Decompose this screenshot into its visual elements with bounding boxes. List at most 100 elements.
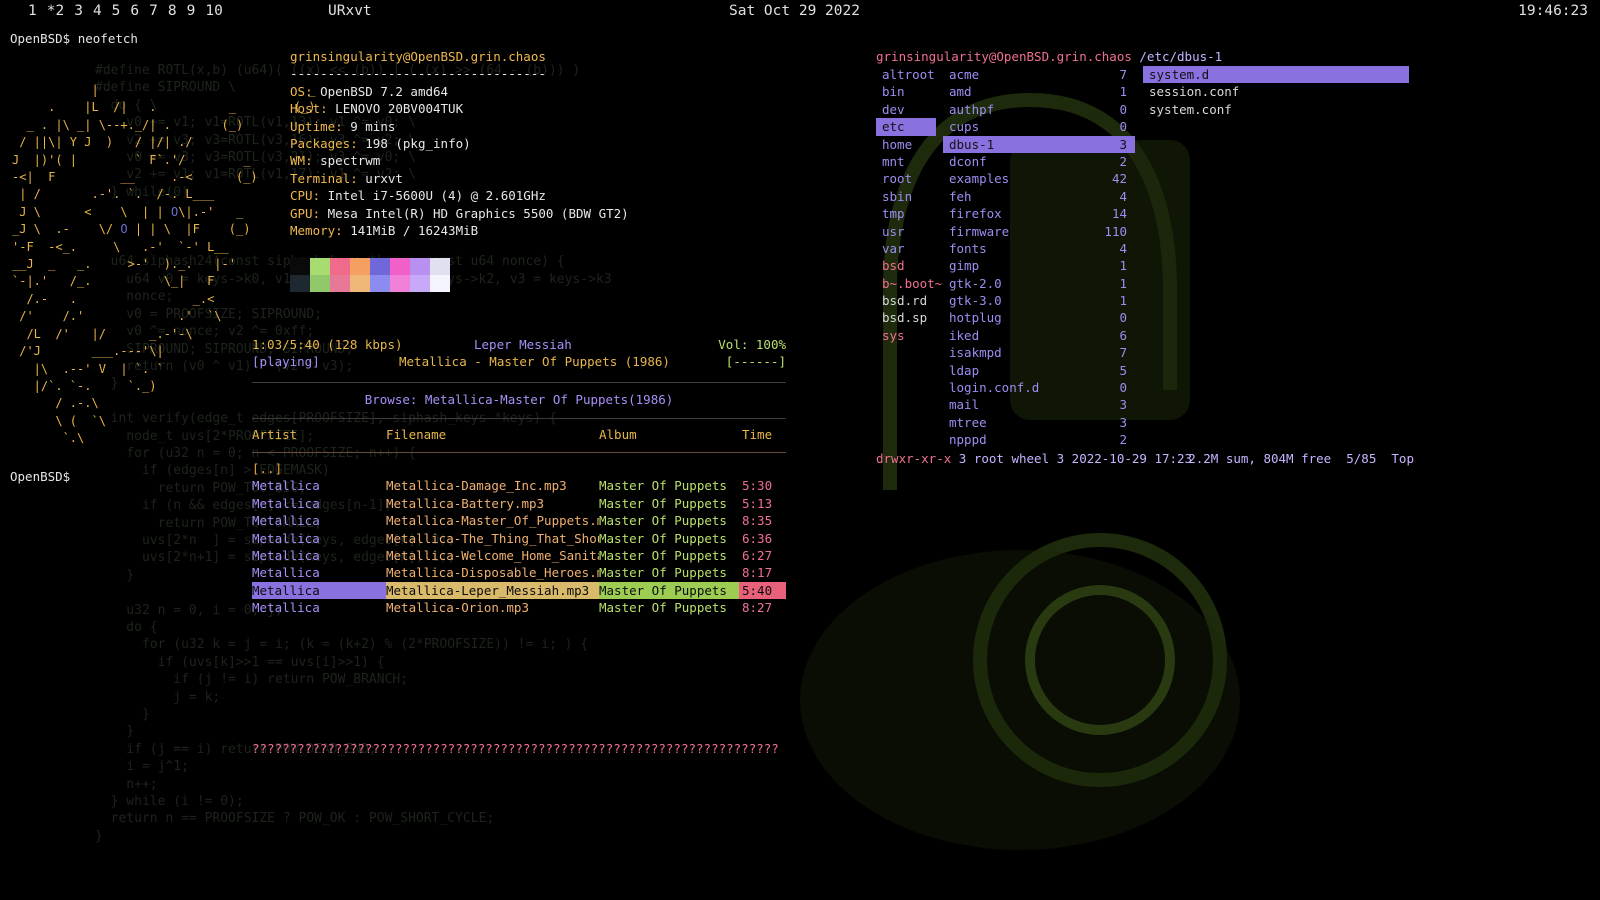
file-entry[interactable]: tmp [876,205,936,222]
workspace-10[interactable]: 10 [205,3,222,19]
workspace-9[interactable]: 9 [187,3,196,19]
track-row[interactable]: Metallica Metallica-Orion.mp3 Master Of Pu… [252,599,786,616]
file-entry[interactable]: system.d [1143,66,1409,84]
file-entry[interactable]: authpf 0 [943,101,1135,118]
status-bar: 1 *2 3 4 5 6 7 8 9 10 URxvt Sat Oct 29 2022 19:46… [0,0,1600,22]
track-row[interactable]: Metallica Metallica-Damage_Inc.mp3 Master … [252,477,786,494]
file-entry[interactable]: dconf 2 [943,153,1135,170]
palette-swatch [330,258,350,275]
track-artist: Metallica [252,513,320,529]
file-entry[interactable]: mnt [876,153,936,170]
palette-swatch [350,275,370,292]
parent-directory[interactable]: [..] [252,460,282,477]
file-entry[interactable]: bsd.sp [876,309,936,326]
neofetch-field: OS: OpenBSD 7.2 amd64 [290,83,449,99]
workspace-8[interactable]: 8 [168,3,177,19]
neofetch-field: CPU: Intel i7-5600U (4) @ 2.601GHz [290,188,546,204]
neofetch-divider: ---------------------------------- [290,66,546,82]
workspace-3[interactable]: 3 [74,3,83,19]
file-entry[interactable]: bsd [876,257,936,274]
file-entry[interactable]: root [876,170,936,187]
ranger-status-right: 2.2M sum, 804M free 5/85 Top [1188,451,1414,466]
neofetch-color-palette [290,258,450,292]
workspace-5[interactable]: 5 [112,3,121,19]
shell-prompt-neofetch: OpenBSD$ neofetch [10,31,138,46]
palette-swatch [290,258,310,275]
file-entry[interactable]: examples 42 [943,170,1135,187]
neofetch-field: GPU: Mesa Intel(R) HD Graphics 5500 (BDW… [290,205,629,221]
file-entry[interactable]: system.conf [1143,101,1409,118]
track-file: Metallica-Damage_Inc.mp3 [386,478,567,494]
file-entry[interactable]: cups 0 [943,118,1135,135]
command-line[interactable]: ????????????????????????????????????????… [252,740,786,757]
file-entry[interactable]: fonts 4 [943,240,1135,257]
file-entry[interactable]: b~.boot~ [876,275,942,292]
track-time: 6:27 [742,548,773,563]
workspace-1[interactable]: 1 [28,3,37,19]
file-entry[interactable]: bsd.rd [876,292,936,309]
file-entry[interactable]: etc [876,118,936,136]
track-row[interactable]: Metallica Metallica-Master_Of_Puppets.mp3… [252,512,786,529]
file-entry[interactable]: ldap 5 [943,362,1135,379]
track-time: 8:35 [742,513,773,529]
file-entry[interactable]: mail 3 [943,396,1135,413]
file-entry[interactable]: feh 4 [943,188,1135,205]
file-entry[interactable]: session.conf [1143,83,1409,100]
file-entry[interactable]: mtree 3 [943,414,1135,431]
file-entry[interactable]: firmware 110 [943,223,1135,240]
file-entry[interactable]: var [876,240,936,257]
ranger-preview-column: system.d session.conf system.conf [1143,66,1409,118]
neofetch-field: Packages: 198 (pkg_info) [290,136,471,151]
file-entry[interactable]: dbus-1 3 [943,135,1135,153]
track-time: 5:13 [742,495,773,511]
now-playing-album: Metallica - Master Of Puppets (1986) [399,354,670,370]
track-file: Metallica-Welcome_Home_Sanitari [386,548,599,563]
workspace-list[interactable]: 1 *2 3 4 5 6 7 8 9 10 [28,1,233,21]
track-file: Metallica-Disposable_Heroes.mp3 [386,565,599,581]
workspace-4[interactable]: 4 [93,3,102,19]
ranger-status-bar: drwxr-xr-x 3 root wheel 3 2022-10-29 17:… [876,451,1193,466]
palette-swatch [410,258,430,275]
workspace-2[interactable]: *2 [47,3,64,19]
file-entry[interactable]: altroot [876,66,936,83]
track-time: 6:36 [742,530,773,546]
track-row[interactable]: Metallica Metallica-Welcome_Home_Sanitari… [252,547,786,564]
track-album: Master Of Puppets [599,495,727,511]
file-entry[interactable]: isakmpd 7 [943,344,1135,361]
file-entry[interactable]: hotplug 0 [943,309,1135,326]
file-entry[interactable]: dev [876,101,936,118]
track-artist: Metallica [252,495,320,511]
file-entry[interactable]: usr [876,223,936,240]
track-row[interactable]: Metallica Metallica-Battery.mp3 Master Of … [252,495,786,512]
file-entry[interactable]: firefox 14 [943,205,1135,222]
track-row[interactable]: Metallica Metallica-Leper_Messiah.mp3 Mast… [252,581,786,600]
palette-swatch [390,258,410,275]
workspace-7[interactable]: 7 [149,3,158,19]
file-entry[interactable]: iked 6 [943,327,1135,344]
track-artist: Metallica [252,581,386,600]
file-entry[interactable]: login.conf.d 0 [943,379,1135,396]
track-album: Master Of Puppets [599,565,727,581]
file-entry[interactable]: acme 7 [943,66,1135,83]
file-entry[interactable]: bin [876,83,936,100]
file-entry[interactable]: gtk-2.0 1 [943,275,1135,292]
track-row[interactable]: Metallica Metallica-The_Thing_That_Should… [252,530,786,547]
track-row[interactable]: Metallica Metallica-Disposable_Heroes.mp3… [252,564,786,581]
track-artist: Metallica [252,478,320,494]
shell-prompt[interactable]: OpenBSD$ [10,468,70,485]
track-album: Master Of Puppets [599,548,727,563]
divider [252,452,786,453]
file-entry[interactable]: gimp 1 [943,257,1135,274]
workspace-6[interactable]: 6 [130,3,139,19]
track-time: 5:40 [739,581,786,600]
track-time: 8:27 [742,600,773,616]
palette-swatch [410,275,430,292]
file-entry[interactable]: home [876,136,936,153]
file-entry[interactable]: gtk-3.0 1 [943,292,1135,309]
track-album: Master Of Puppets [599,530,727,546]
file-entry[interactable]: npppd 2 [943,431,1135,448]
palette-swatch [370,275,390,292]
file-entry[interactable]: amd 1 [943,83,1135,100]
file-entry[interactable]: sys [876,327,936,344]
file-entry[interactable]: sbin [876,188,936,205]
